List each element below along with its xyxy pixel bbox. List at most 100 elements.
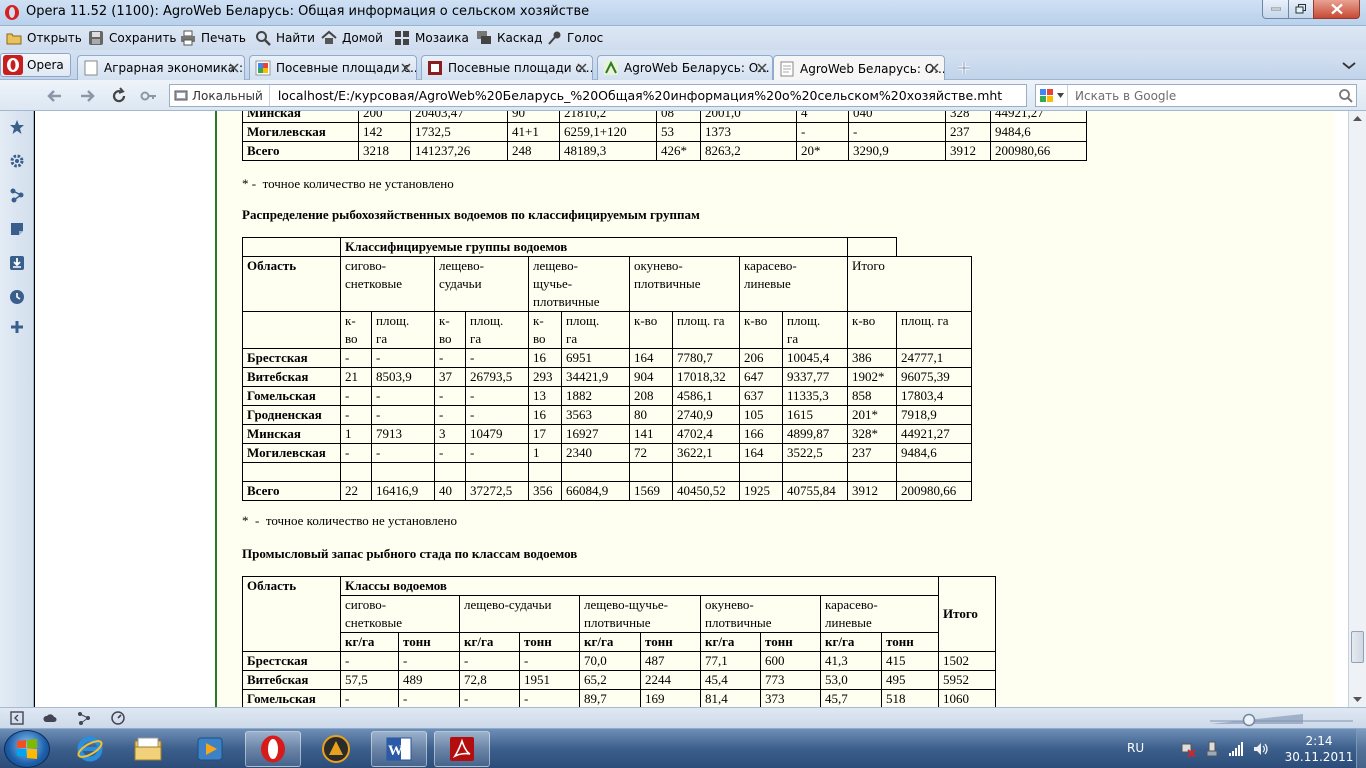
find-button[interactable]: Найти xyxy=(255,29,315,47)
start-button[interactable] xyxy=(4,730,50,768)
taskbar-opera[interactable] xyxy=(245,731,301,767)
back-arrow-icon[interactable] xyxy=(46,87,64,105)
taskbar-ie[interactable] xyxy=(62,731,118,767)
maximize-button[interactable] xyxy=(1288,0,1314,19)
panel-toggle-icon[interactable] xyxy=(10,711,24,725)
tab-close-icon[interactable] xyxy=(228,62,240,74)
header-row: Классифицируемые группы водоемов xyxy=(242,237,972,257)
reload-icon[interactable] xyxy=(110,87,128,105)
url-text[interactable]: localhost/E:/курсовая/AgroWeb%20Беларусь… xyxy=(270,88,1002,103)
volume-icon[interactable] xyxy=(1253,741,1269,757)
table-cell: 5952 xyxy=(938,670,996,690)
column-header: Итого xyxy=(847,256,972,312)
search-go-icon[interactable] xyxy=(1336,87,1356,105)
tab-close-icon[interactable] xyxy=(400,62,412,74)
svg-text:W: W xyxy=(388,743,403,759)
downloads-icon[interactable] xyxy=(9,255,25,271)
open-button[interactable]: Открыть xyxy=(6,29,82,47)
table-cell: 328* xyxy=(847,424,897,444)
tab-4[interactable]: AgroWeb Беларусь: О... xyxy=(597,55,773,80)
table-cell: 3 xyxy=(434,424,466,444)
tab-2[interactable]: Посевные площади с... xyxy=(249,55,417,80)
url-field[interactable]: Локальный localhost/E:/курсовая/AgroWeb%… xyxy=(169,84,1027,107)
tab-1[interactable]: Аграрная экономика :... xyxy=(77,55,245,80)
local-badge[interactable]: Локальный xyxy=(170,85,270,106)
gear-icon[interactable] xyxy=(9,153,25,169)
table-cell: 208 xyxy=(629,386,673,406)
table-cell: - xyxy=(434,443,466,463)
header-row: Область Классы водоемов Итого xyxy=(242,576,996,652)
voice-button[interactable]: Голос xyxy=(546,29,603,47)
table-cell: 41,3 xyxy=(820,651,882,671)
taskbar-explorer[interactable] xyxy=(120,731,176,767)
table-cell: 17018,32 xyxy=(672,367,740,387)
language-indicator[interactable]: RU xyxy=(1127,741,1144,768)
table-cell: 415 xyxy=(881,651,939,671)
minimize-button[interactable] xyxy=(1262,0,1289,19)
table-cell: 489 xyxy=(398,670,460,690)
tab-close-icon[interactable] xyxy=(576,62,588,74)
tab-close-icon[interactable] xyxy=(756,62,768,74)
scroll-up-icon[interactable] xyxy=(1349,111,1366,127)
tab-close-icon[interactable] xyxy=(928,62,940,74)
table-cell: 426* xyxy=(656,141,701,161)
bookmarks-star-icon[interactable] xyxy=(9,119,25,135)
table-cell: 8503,9 xyxy=(371,367,435,387)
table-cell: 3563 xyxy=(561,405,630,425)
scroll-down-icon[interactable] xyxy=(1349,691,1366,707)
table-cell xyxy=(242,311,341,349)
tab-3[interactable]: Посевные площади с... xyxy=(421,55,593,80)
zoom-slider[interactable] xyxy=(1208,710,1358,727)
usb-device-icon[interactable] xyxy=(1204,741,1220,757)
scrollbar-thumb[interactable] xyxy=(1351,631,1364,663)
table-cell: 22 xyxy=(340,481,372,501)
speed-dial-icon[interactable] xyxy=(111,711,125,725)
network-error-icon[interactable] xyxy=(1180,741,1196,757)
unite-icon[interactable] xyxy=(9,187,25,203)
column-header: Область xyxy=(242,256,341,312)
cascade-button[interactable]: Каскад xyxy=(476,29,542,47)
tab-5-active[interactable]: AgroWeb Беларусь: О... xyxy=(773,55,945,81)
table-cell: 141237,26 xyxy=(410,141,508,161)
table-cell: 7913 xyxy=(371,424,435,444)
history-clock-icon[interactable] xyxy=(9,289,25,305)
tab-menu-icon[interactable] xyxy=(1341,58,1357,72)
table-cell: 37 xyxy=(434,367,466,387)
agroweb-favicon-icon xyxy=(604,60,618,75)
show-desktop-button[interactable] xyxy=(1356,729,1366,768)
column-header: сигово-снетковые xyxy=(340,256,435,312)
search-engine-selector[interactable] xyxy=(1036,85,1068,106)
opera-menu-button[interactable]: Opera xyxy=(0,53,71,77)
window-title: Opera 11.52 (1100): AgroWeb Беларусь: Об… xyxy=(26,4,590,19)
table-cell: 1502 xyxy=(938,651,996,671)
table-cell: 45,4 xyxy=(700,670,761,690)
new-tab-icon[interactable] xyxy=(955,60,973,76)
save-button[interactable]: Сохранить xyxy=(88,29,177,47)
forward-arrow-icon[interactable] xyxy=(78,87,96,105)
search-field[interactable]: Искать в Google xyxy=(1035,84,1357,107)
cloud-icon[interactable] xyxy=(43,711,57,725)
add-panel-icon[interactable] xyxy=(9,319,25,335)
table-cell: 17803,4 xyxy=(896,386,972,406)
taskbar-media-player[interactable] xyxy=(182,731,238,767)
taskbar-aimp[interactable] xyxy=(308,731,364,767)
taskbar-acrobat[interactable] xyxy=(434,731,490,767)
column-subheader: кг/га xyxy=(459,632,520,652)
table-cell: 40755,84 xyxy=(782,481,848,501)
signal-bars-icon[interactable] xyxy=(1228,741,1244,757)
taskbar-word[interactable]: W xyxy=(371,731,427,767)
notes-icon[interactable] xyxy=(9,221,25,237)
close-button[interactable] xyxy=(1313,0,1360,19)
system-clock[interactable]: 2:14 30.11.2011 xyxy=(1284,733,1354,765)
row-header: Всего xyxy=(242,481,341,501)
print-button[interactable]: Печать xyxy=(180,29,246,47)
mosaic-button[interactable]: Мозаика xyxy=(394,29,469,47)
vertical-scrollbar[interactable] xyxy=(1348,111,1366,707)
table-cell: 166 xyxy=(739,424,783,444)
page-icon xyxy=(780,61,794,76)
unite-status-icon[interactable] xyxy=(77,711,91,725)
key-icon[interactable] xyxy=(140,87,158,105)
home-button[interactable]: Домой xyxy=(321,29,383,47)
table-cell: - xyxy=(848,122,946,142)
column-subheader: кг/га xyxy=(579,632,641,652)
